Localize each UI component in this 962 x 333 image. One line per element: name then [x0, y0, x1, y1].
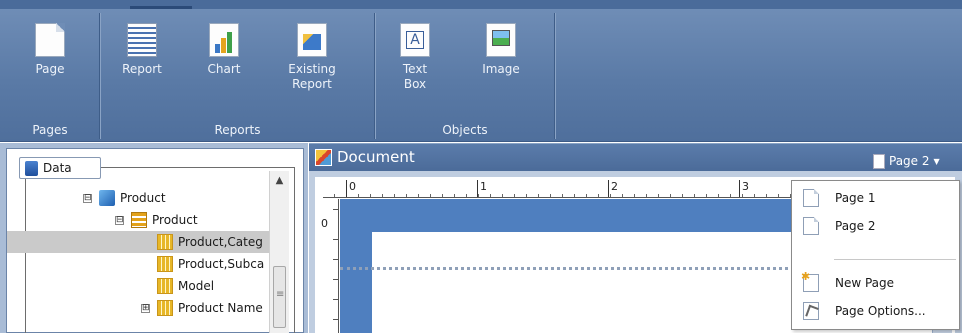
tree-item-label: Product	[152, 213, 198, 227]
ruler-label: 3	[742, 180, 749, 193]
page-menu: Page 1 Page 2 New Page Page Options...	[791, 180, 960, 330]
data-tab-label: Data	[43, 161, 72, 175]
menu-item-page-2[interactable]: Page 2	[792, 213, 959, 239]
dimension-grid-icon	[157, 300, 173, 316]
existing-report-icon	[297, 23, 327, 57]
group-title-reports: Reports	[214, 123, 261, 137]
page-content-area[interactable]	[372, 232, 830, 333]
page-icon	[35, 23, 65, 57]
page-icon	[873, 153, 885, 169]
page-button-label: Page	[35, 62, 65, 76]
horizontal-ruler: 0 1 2 3	[323, 180, 813, 198]
chart-icon	[209, 23, 239, 57]
menu-item-new-page[interactable]: New Page	[792, 270, 959, 296]
vertical-ruler: 0	[319, 199, 339, 333]
tree-item-label: Product	[120, 191, 166, 205]
ruler-label: 0	[349, 180, 356, 193]
chart-button[interactable]: Chart	[192, 23, 256, 77]
scroll-up-arrow-icon[interactable]: ▲	[270, 171, 289, 191]
menu-separator	[834, 259, 956, 260]
tree-scrollbar[interactable]: ▲	[269, 171, 289, 333]
data-tab[interactable]: Data	[19, 157, 101, 179]
text-box-icon: A	[400, 23, 430, 57]
dimension-grid-icon	[157, 278, 173, 294]
chevron-down-icon: ▼	[933, 156, 940, 166]
existing-report-button-label: Existing Report	[288, 62, 336, 91]
tree-item-label: Model	[178, 279, 215, 293]
page-break-line	[340, 267, 800, 270]
collapse-icon[interactable]: ⊟	[115, 215, 124, 225]
menu-item-page-1[interactable]: Page 1	[792, 185, 959, 211]
document-title: Document	[337, 148, 415, 166]
report-button-label: Report	[122, 62, 162, 76]
database-icon	[25, 160, 38, 176]
collapse-icon[interactable]: ⊟	[83, 193, 92, 203]
image-icon	[486, 23, 516, 57]
document-icon	[315, 149, 332, 166]
cube-icon	[99, 190, 115, 206]
page-options-icon	[803, 302, 819, 320]
scroll-thumb[interactable]	[273, 266, 286, 328]
text-box-button-label: Text Box	[402, 62, 428, 91]
page-selector-label: Page 2	[889, 154, 930, 168]
data-panel-body: Data ⊟ Product ⊟ Product Product,Categ P…	[6, 148, 304, 333]
menu-item-label: Page Options...	[835, 304, 926, 318]
menu-item-label: Page 1	[835, 191, 876, 205]
ruler-label: 2	[611, 180, 618, 193]
ribbon: Page Pages Report Chart Existing Report …	[0, 9, 962, 142]
tree-item-product-cube[interactable]: ⊟ Product	[83, 187, 263, 209]
report-button[interactable]: Report	[110, 23, 174, 77]
page-icon	[803, 189, 819, 207]
dimension-grid-icon	[157, 256, 173, 272]
existing-report-button[interactable]: Existing Report	[280, 23, 344, 92]
menu-item-label: New Page	[835, 276, 895, 290]
hierarchy-icon	[131, 212, 147, 228]
data-panel: Data ⊟ Product ⊟ Product Product,Categ P…	[0, 143, 308, 333]
ribbon-group-objects: A Text Box Image Objects	[375, 13, 555, 139]
dimension-grid-icon	[157, 234, 173, 250]
page-button[interactable]: Page	[18, 23, 82, 77]
expand-icon[interactable]: ⊞	[141, 303, 150, 313]
chart-button-label: Chart	[207, 62, 241, 76]
ribbon-group-pages: Page Pages	[0, 13, 100, 139]
group-title-pages: Pages	[32, 123, 68, 137]
tree-item-label: Product,Categ	[178, 235, 263, 249]
tree-item-label: Product Name	[178, 301, 263, 315]
report-icon	[127, 23, 157, 57]
tree-item-model[interactable]: Model	[157, 275, 269, 297]
tree-item-label: Product,Subca	[178, 257, 265, 271]
text-box-button[interactable]: A Text Box	[383, 23, 447, 92]
page-icon	[803, 217, 819, 235]
page-selector-dropdown[interactable]: Page 2 ▼	[873, 151, 940, 171]
group-title-objects: Objects	[442, 123, 488, 137]
ruler-label: 0	[321, 217, 328, 230]
image-button[interactable]: Image	[469, 23, 533, 77]
tree-item-product-category[interactable]: Product,Categ	[7, 231, 269, 253]
ribbon-group-reports: Report Chart Existing Report Reports	[100, 13, 375, 139]
document-header: Document Page 2 ▼	[309, 143, 962, 171]
image-button-label: Image	[482, 62, 520, 76]
tree-item-product-hierarchy[interactable]: ⊟ Product	[115, 209, 265, 231]
menu-item-page-options[interactable]: Page Options...	[792, 298, 959, 324]
ruler-label: 1	[480, 180, 487, 193]
top-bar	[0, 0, 962, 9]
menu-item-label: Page 2	[835, 219, 876, 233]
tree-item-product-name[interactable]: ⊞ Product Name	[141, 297, 269, 319]
tree-item-product-subcategory[interactable]: Product,Subca	[157, 253, 269, 275]
new-page-icon	[801, 270, 819, 292]
group-separator	[554, 13, 555, 139]
